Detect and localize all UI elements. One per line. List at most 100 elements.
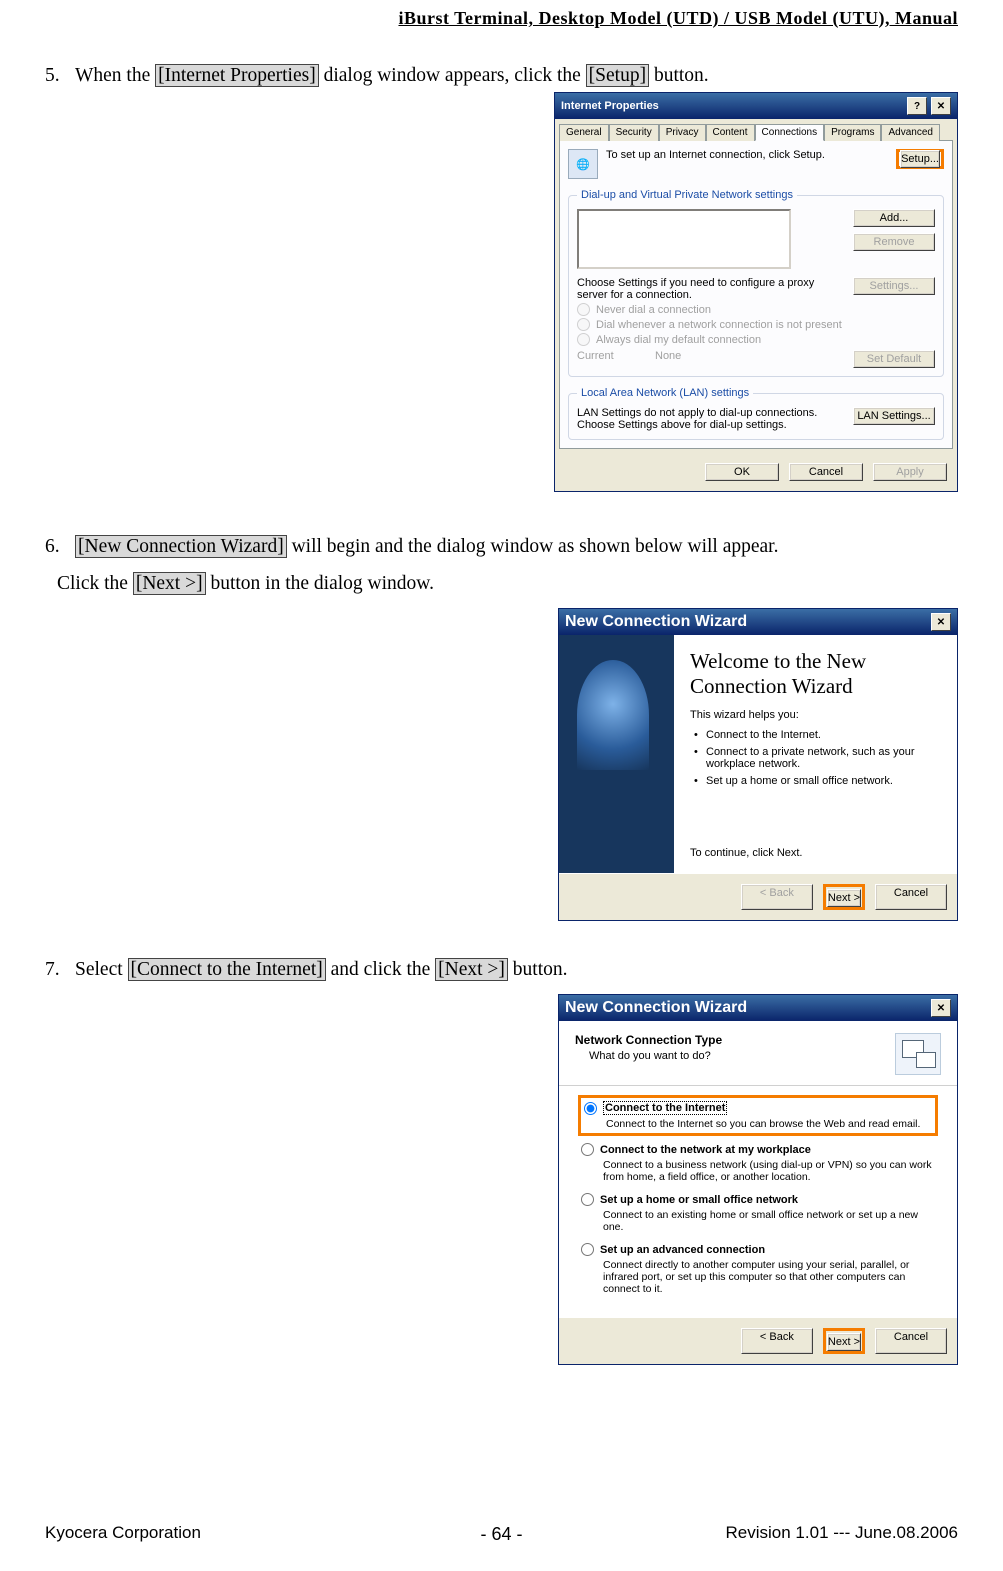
current-label: Current bbox=[577, 350, 647, 362]
option-3-desc: Connect to an existing home or small off… bbox=[603, 1209, 935, 1233]
wiz2-titlebar[interactable]: New Connection Wizard ✕ bbox=[559, 995, 957, 1021]
wizard-welcome-screenshot: New Connection Wizard ✕ Welcome to the N… bbox=[558, 608, 958, 921]
wiz2-title: New Connection Wizard bbox=[565, 999, 927, 1017]
radio-always-dial: Always dial my default connection bbox=[577, 333, 935, 346]
tab-content[interactable]: Content bbox=[706, 124, 755, 141]
tab-advanced[interactable]: Advanced bbox=[881, 124, 939, 141]
step-5-text: When the bbox=[75, 65, 155, 86]
option-4-desc: Connect directly to another computer usi… bbox=[603, 1259, 935, 1295]
wiz2-header: Network Connection Type What do you want… bbox=[559, 1021, 957, 1086]
radio-never-dial-label: Never dial a connection bbox=[596, 304, 711, 316]
radio-connect-internet[interactable] bbox=[584, 1102, 597, 1115]
option-2-desc: Connect to a business network (using dia… bbox=[603, 1159, 935, 1183]
close-icon[interactable]: ✕ bbox=[931, 613, 951, 631]
next-button[interactable]: Next > bbox=[827, 1333, 861, 1351]
back-button: < Back bbox=[741, 884, 813, 910]
radio-always-dial-label: Always dial my default connection bbox=[596, 334, 761, 346]
option-advanced[interactable]: Set up an advanced connection Connect di… bbox=[581, 1243, 935, 1295]
connection-listbox[interactable] bbox=[577, 209, 791, 269]
step-5-highlight-2: [Setup] bbox=[586, 64, 649, 87]
next-button[interactable]: Next > bbox=[827, 889, 861, 907]
lan-text: LAN Settings do not apply to dial-up con… bbox=[577, 407, 845, 431]
ip-titlebar[interactable]: Internet Properties ? ✕ bbox=[555, 93, 957, 119]
page-header: iBurst Terminal, Desktop Model (UTD) / U… bbox=[45, 0, 958, 29]
step-5: 5. When the [Internet Properties] dialog… bbox=[45, 57, 958, 94]
lan-settings-button[interactable]: LAN Settings... bbox=[853, 407, 935, 425]
lan-fieldset: Local Area Network (LAN) settings LAN Se… bbox=[568, 387, 944, 440]
option-1-label: Connect to the Internet bbox=[603, 1101, 727, 1115]
globe-icon: 🌐 bbox=[568, 149, 598, 179]
wizard-helps-text: This wizard helps you: bbox=[690, 709, 941, 721]
setup-highlight: Setup... bbox=[896, 149, 944, 169]
step-7: 7. Select [Connect to the Internet] and … bbox=[45, 951, 958, 988]
tab-programs[interactable]: Programs bbox=[824, 124, 881, 141]
current-value: None bbox=[655, 350, 681, 362]
back-button[interactable]: < Back bbox=[741, 1328, 813, 1354]
radio-dial-whenever-input bbox=[577, 318, 590, 331]
ip-tabs: General Security Privacy Content Connect… bbox=[555, 119, 957, 140]
ip-title: Internet Properties bbox=[561, 100, 903, 112]
setup-text: To set up an Internet connection, click … bbox=[606, 149, 888, 161]
internet-properties-screenshot: Internet Properties ? ✕ General Security… bbox=[554, 92, 958, 492]
radio-dial-whenever: Dial whenever a network connection is no… bbox=[577, 318, 935, 331]
step-6-highlight-1: [New Connection Wizard] bbox=[75, 535, 287, 558]
step-5-text-c: button. bbox=[654, 65, 709, 86]
apply-button: Apply bbox=[873, 463, 947, 481]
bullet-2: Connect to a private network, such as yo… bbox=[696, 746, 941, 770]
bullet-3: Set up a home or small office network. bbox=[696, 775, 941, 787]
wiz2-heading: Network Connection Type bbox=[575, 1033, 895, 1047]
step-5-text-b: dialog window appears, click the bbox=[324, 65, 586, 86]
option-4-label: Set up an advanced connection bbox=[600, 1244, 765, 1256]
cancel-button[interactable]: Cancel bbox=[789, 463, 863, 481]
ok-button[interactable]: OK bbox=[705, 463, 779, 481]
next-highlight: Next > bbox=[823, 884, 865, 910]
wizard-welcome-title: Welcome to the New Connection Wizard bbox=[690, 649, 941, 699]
wiz1-titlebar[interactable]: New Connection Wizard ✕ bbox=[559, 609, 957, 635]
radio-home-network[interactable] bbox=[581, 1193, 594, 1206]
tab-connections[interactable]: Connections bbox=[755, 124, 825, 141]
option-2-label: Connect to the network at my workplace bbox=[600, 1144, 811, 1156]
option-home-network[interactable]: Set up a home or small office network Co… bbox=[581, 1193, 935, 1233]
close-icon[interactable]: ✕ bbox=[931, 999, 951, 1017]
step-6-text-a: will begin and the dialog window as show… bbox=[292, 536, 779, 557]
wiz1-title: New Connection Wizard bbox=[565, 613, 927, 631]
cancel-button[interactable]: Cancel bbox=[875, 1328, 947, 1354]
tab-security[interactable]: Security bbox=[609, 124, 659, 141]
step-6-line2-b: button in the dialog window. bbox=[210, 573, 434, 594]
step-6: 6. [New Connection Wizard] will begin an… bbox=[45, 528, 958, 602]
radio-dial-whenever-label: Dial whenever a network connection is no… bbox=[596, 319, 842, 331]
wizard-continue-text: To continue, click Next. bbox=[690, 847, 941, 859]
cancel-button[interactable]: Cancel bbox=[875, 884, 947, 910]
settings-button: Settings... bbox=[853, 277, 935, 295]
page-number: - 64 - bbox=[0, 1524, 1003, 1545]
tab-general[interactable]: General bbox=[559, 124, 609, 141]
set-default-button: Set Default bbox=[853, 350, 935, 368]
close-icon[interactable]: ✕ bbox=[931, 97, 951, 115]
step-7-text-a: Select bbox=[75, 959, 128, 980]
radio-advanced[interactable] bbox=[581, 1243, 594, 1256]
option-workplace[interactable]: Connect to the network at my workplace C… bbox=[581, 1143, 935, 1183]
radio-workplace[interactable] bbox=[581, 1143, 594, 1156]
step-7-highlight-1: [Connect to the Internet] bbox=[128, 958, 326, 981]
add-button[interactable]: Add... bbox=[853, 209, 935, 227]
option-connect-internet[interactable]: Connect to the Internet Connect to the I… bbox=[581, 1098, 935, 1133]
bullet-1: Connect to the Internet. bbox=[696, 729, 941, 741]
step-7-text-b: and click the bbox=[331, 959, 436, 980]
dialup-legend: Dial-up and Virtual Private Network sett… bbox=[577, 189, 797, 201]
settings-hint: Choose Settings if you need to configure… bbox=[577, 277, 845, 301]
tab-privacy[interactable]: Privacy bbox=[659, 124, 706, 141]
option-1-desc: Connect to the Internet so you can brows… bbox=[606, 1118, 932, 1130]
step-5-highlight-1: [Internet Properties] bbox=[155, 64, 319, 87]
step-6-line2-a: Click the bbox=[57, 573, 133, 594]
help-icon[interactable]: ? bbox=[907, 97, 927, 115]
option-3-label: Set up a home or small office network bbox=[600, 1194, 798, 1206]
radio-always-dial-input bbox=[577, 333, 590, 346]
step-7-text-c: button. bbox=[513, 959, 568, 980]
dialup-fieldset: Dial-up and Virtual Private Network sett… bbox=[568, 189, 944, 377]
setup-button[interactable]: Setup... bbox=[900, 150, 940, 168]
step-6-highlight-2: [Next >] bbox=[133, 572, 206, 595]
connection-icon bbox=[895, 1033, 941, 1075]
lan-legend: Local Area Network (LAN) settings bbox=[577, 387, 753, 399]
wiz2-subheading: What do you want to do? bbox=[589, 1050, 895, 1062]
wizard-side-graphic bbox=[559, 635, 674, 873]
